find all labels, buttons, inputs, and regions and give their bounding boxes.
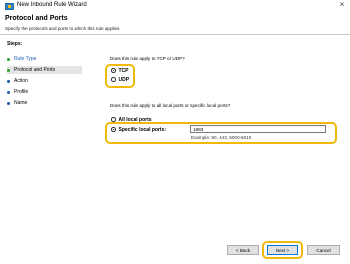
page-title: Protocol and Ports: [5, 15, 68, 22]
protocol-question: Does this rule apply to TCP or UDP?: [110, 56, 185, 61]
step-current-icon: [7, 68, 10, 72]
step-pending-icon: [7, 79, 10, 83]
all-ports-radio-option[interactable]: All local ports: [111, 116, 152, 123]
step-label: Profile: [14, 89, 29, 95]
specific-ports-radio[interactable]: [111, 127, 116, 132]
specific-ports-input[interactable]: 1883: [190, 125, 326, 133]
ports-example: Example: 80, 443, 5000-5010: [191, 135, 252, 140]
header-divider: [0, 34, 350, 35]
ports-question: Does this rule apply to all local ports …: [110, 103, 231, 108]
step-action[interactable]: Action: [7, 77, 28, 85]
tcp-label: TCP: [118, 67, 129, 74]
next-button[interactable]: Next >: [267, 245, 298, 255]
all-ports-radio[interactable]: [111, 117, 116, 122]
udp-radio[interactable]: [111, 77, 116, 82]
window-title: New Inbound Rule Wizard: [17, 2, 87, 8]
step-rule-type[interactable]: Rule Type: [7, 55, 36, 63]
firewall-rule-icon: [5, 3, 14, 10]
page-description: Specify the protocols and ports to which…: [5, 26, 121, 31]
step-name[interactable]: Name: [7, 99, 27, 107]
step-label: Rule Type: [14, 56, 37, 62]
step-protocol-and-ports[interactable]: Protocol and Ports: [7, 66, 82, 74]
specific-ports-label: Specific local ports:: [118, 126, 167, 133]
udp-radio-option[interactable]: UDP: [111, 76, 129, 83]
tcp-radio[interactable]: [111, 68, 116, 73]
step-pending-icon: [7, 90, 10, 94]
cancel-button[interactable]: Cancel: [307, 245, 340, 255]
step-complete-icon: [7, 57, 10, 61]
steps-heading: Steps:: [7, 41, 23, 47]
tcp-radio-option[interactable]: TCP: [111, 67, 129, 74]
specific-ports-radio-option[interactable]: Specific local ports:: [111, 126, 166, 133]
step-label: Protocol and Ports: [14, 67, 56, 73]
all-ports-label: All local ports: [118, 116, 152, 123]
back-button[interactable]: < Back: [227, 245, 259, 255]
step-pending-icon: [7, 101, 10, 105]
step-label: Name: [14, 100, 28, 106]
step-label: Action: [14, 78, 28, 84]
udp-label: UDP: [118, 76, 130, 83]
close-icon[interactable]: ×: [337, 0, 347, 9]
step-profile[interactable]: Profile: [7, 88, 28, 96]
